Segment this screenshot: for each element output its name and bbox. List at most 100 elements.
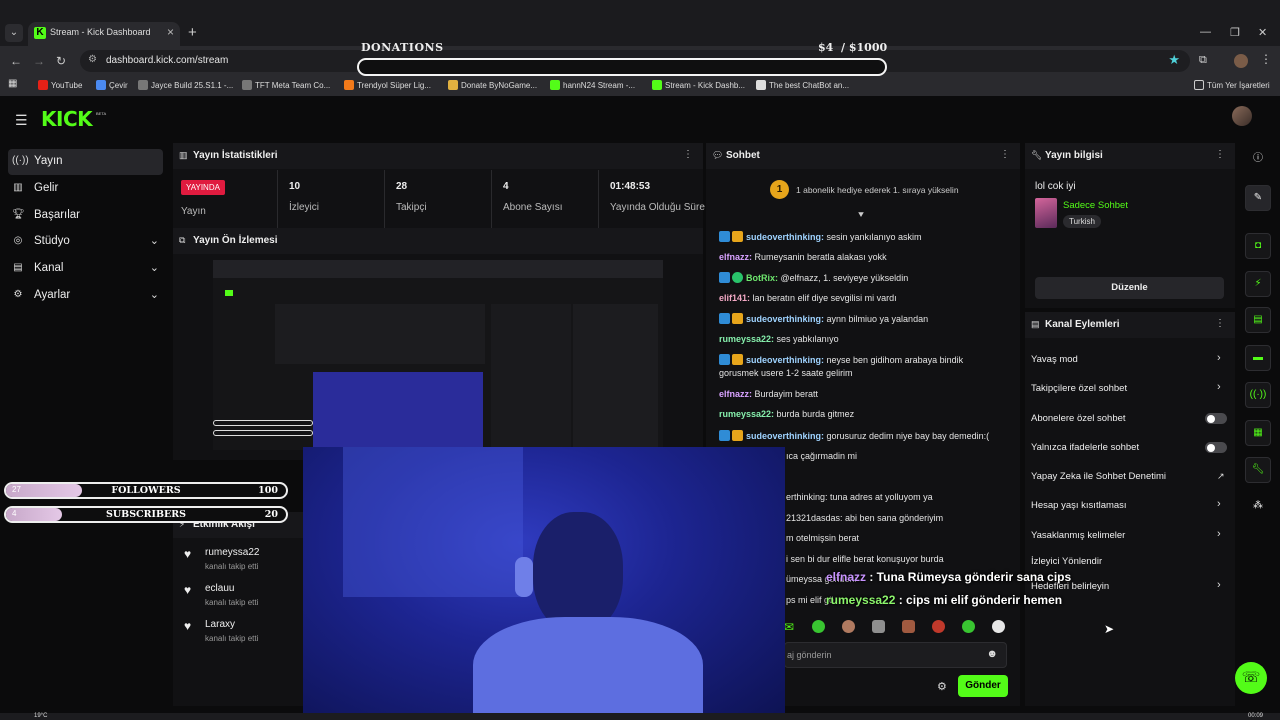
activity-user[interactable]: rumeyssa22 — [205, 547, 259, 558]
minimize-icon[interactable]: — — [1200, 26, 1211, 38]
chat-input-placeholder: aj gönderin — [787, 650, 832, 660]
stat-value: 28 — [396, 181, 408, 192]
bookmark-folder[interactable]: Tüm Yer İşaretleri — [1194, 80, 1270, 90]
stat-value: 4 — [503, 181, 509, 192]
action-banned-words[interactable]: Yasaklanmış kelimeler — [1031, 530, 1125, 541]
emotes-only-toggle[interactable] — [1205, 442, 1227, 453]
activity-user[interactable]: Laraxy — [205, 619, 235, 630]
emote-icon[interactable] — [902, 620, 915, 633]
emote-icon[interactable] — [842, 620, 855, 633]
bookmark-item[interactable]: Çevir — [96, 80, 128, 90]
category-link[interactable]: Sadece Sohbet — [1063, 200, 1128, 211]
user-avatar[interactable] — [1232, 106, 1252, 126]
external-link-icon[interactable]: ↗ — [1217, 471, 1225, 482]
bookmark-item[interactable]: Stream - Kick Dashb... — [652, 80, 745, 90]
apps-icon[interactable]: ⁂ — [1245, 494, 1271, 520]
emote-icon[interactable] — [992, 620, 1005, 633]
subscribers-only-toggle[interactable] — [1205, 413, 1227, 424]
chat-settings-icon[interactable]: ⚙ — [937, 680, 947, 693]
info-icon[interactable]: ⓘ — [1245, 147, 1271, 173]
chevron-right-icon[interactable]: › — [1217, 352, 1221, 364]
action-account-age[interactable]: Hesap yaşı kısıtlaması — [1031, 500, 1127, 511]
send-button[interactable]: Gönder — [958, 675, 1008, 697]
chevron-right-icon[interactable]: › — [1217, 528, 1221, 540]
edit-button[interactable]: Düzenle — [1035, 277, 1224, 299]
site-info-icon[interactable]: ⚙ — [88, 54, 97, 65]
activity-user[interactable]: eclauu — [205, 583, 234, 594]
nav-item-kanal[interactable]: ▤ Kanal ⌄ — [8, 256, 163, 282]
donations-separator: / — [840, 41, 846, 54]
more-options-icon[interactable]: ⋮ — [1000, 149, 1010, 160]
close-tab-icon[interactable]: × — [167, 25, 174, 39]
bookmark-star-icon[interactable]: ★ — [1168, 52, 1180, 68]
nav-item-yayin[interactable]: ((·)) Yayın — [8, 149, 163, 175]
menu-icon[interactable]: ☰ — [15, 112, 28, 129]
action-ai-moderation[interactable]: Yapay Zeka ile Sohbet Denetimi — [1031, 471, 1166, 482]
support-chat-button[interactable]: ☏ — [1235, 662, 1267, 694]
edit-pencil-icon[interactable]: ✎ — [1245, 185, 1271, 211]
bookmark-item[interactable]: YouTube — [38, 80, 82, 90]
layout-icon[interactable]: ▦ — [1245, 420, 1271, 446]
more-options-icon[interactable]: ⋮ — [1215, 318, 1225, 329]
action-slow-mode[interactable]: Yavaş mod — [1031, 354, 1078, 365]
profile-avatar[interactable] — [1234, 54, 1248, 68]
weather-temp: 19°C — [34, 713, 48, 719]
extensions-icon[interactable]: ⧉ — [1199, 54, 1213, 68]
nav-item-basarilar[interactable]: 🏆︎ Başarılar — [8, 203, 163, 229]
tab-search-icon[interactable]: ⌄ — [5, 24, 23, 42]
bookmark-item[interactable]: Jayce Build 25.S1.1 -... — [138, 80, 233, 90]
camera-scan-icon[interactable]: ◘ — [1245, 233, 1271, 259]
chat-input[interactable]: aj gönderin ☻ — [784, 642, 1007, 668]
more-options-icon[interactable]: ⋮ — [1215, 149, 1225, 160]
bookmark-item[interactable]: Donate ByNoGame... — [448, 80, 537, 90]
bookmark-item[interactable]: TFT Meta Team Co... — [242, 80, 330, 90]
preview-stats — [275, 304, 485, 364]
browser-menu-icon[interactable]: ⋮ — [1260, 52, 1272, 66]
new-tab-icon[interactable]: + — [188, 24, 197, 41]
document-icon[interactable]: ▤ — [1245, 307, 1271, 333]
nav-item-gelir[interactable]: ▥ Gelir — [8, 176, 163, 202]
emote-icon[interactable]: ✉ — [784, 620, 794, 634]
emote-icon[interactable] — [872, 620, 885, 633]
stat-followers: 28 Takipçi — [384, 170, 491, 228]
bookmark-item[interactable]: hannN24 Stream -... — [550, 80, 635, 90]
subscribers-label: SUBSCRIBERS — [106, 509, 186, 520]
nav-item-ayarlar[interactable]: ⚙ Ayarlar ⌄ — [8, 283, 163, 309]
lightning-icon[interactable]: ⚡︎ — [1245, 271, 1271, 297]
action-followers-only[interactable]: Takipçilere özel sohbet — [1031, 383, 1127, 394]
kick-logo[interactable]: KICK — [41, 107, 93, 131]
activity-action: kanalı takip etti — [205, 562, 259, 571]
moderator-badge-icon — [719, 272, 730, 283]
action-raid[interactable]: İzleyici Yönlendir — [1031, 556, 1102, 567]
restore-icon[interactable]: ❐ — [1230, 26, 1240, 39]
emote-icon[interactable] — [962, 620, 975, 633]
bookmark-item[interactable]: The best ChatBot an... — [756, 80, 849, 90]
chat-message: sudeoverthinking: sesin yankılanıyo aski… — [719, 231, 922, 242]
chevron-right-icon[interactable]: › — [1217, 498, 1221, 510]
emote-icon[interactable] — [932, 620, 945, 633]
emoji-picker-icon[interactable]: ☻ — [986, 648, 998, 660]
broadcast-rail-icon[interactable]: ((·)) — [1245, 382, 1271, 408]
nav-label: Yayın — [34, 155, 63, 167]
tools-icon[interactable]: 🔧︎ — [1245, 457, 1271, 483]
nav-item-studyo[interactable]: ◎ Stüdyo ⌄ — [8, 229, 163, 255]
chevron-right-icon[interactable]: › — [1217, 579, 1221, 591]
more-options-icon[interactable]: ⋮ — [683, 149, 693, 160]
browser-tab-active[interactable]: K Stream - Kick Dashboard × — [28, 22, 180, 46]
close-window-icon[interactable]: ✕ — [1258, 26, 1267, 39]
emote-icon[interactable] — [812, 620, 825, 633]
nav-label: Stüdyo — [34, 235, 70, 247]
subscribers-goal-bar: 4 SUBSCRIBERS 20 — [4, 506, 288, 523]
reload-icon[interactable]: ↻ — [56, 54, 66, 68]
apps-grid-icon[interactable]: ▦ — [8, 78, 17, 89]
bookmark-item[interactable]: Trendyol Süper Lig... — [344, 80, 431, 90]
chevron-right-icon[interactable]: › — [1217, 381, 1221, 393]
stream-preview-video[interactable] — [213, 260, 663, 450]
chat-message: sudeoverthinking: gorusuruz dedim niye b… — [719, 430, 989, 441]
panel-title: Yayın İstatistikleri — [193, 150, 278, 161]
back-icon[interactable]: ← — [10, 54, 22, 68]
forward-icon[interactable]: → — [33, 54, 45, 68]
pin-collapse-icon[interactable]: ⯆ — [857, 210, 865, 221]
chat-bubble-icon[interactable]: ▬ — [1245, 345, 1271, 371]
donations-goal: $1000 — [848, 41, 888, 54]
